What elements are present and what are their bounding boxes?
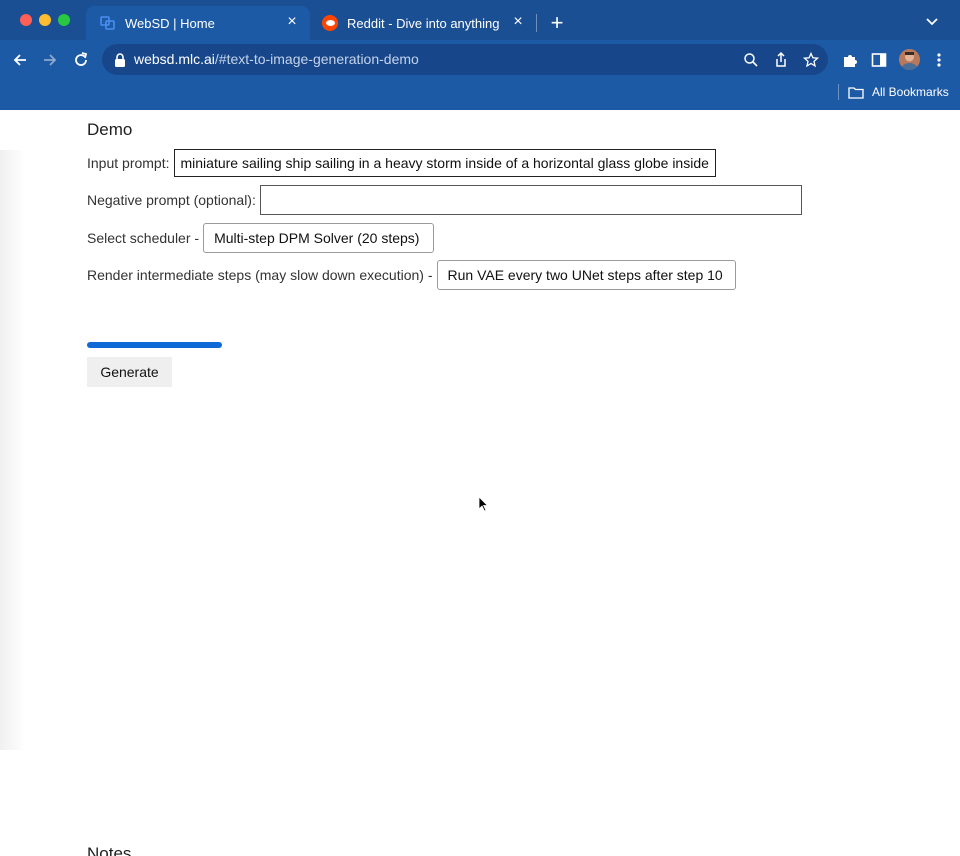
puzzle-icon <box>844 55 857 67</box>
scheduler-selected-value: Multi-step DPM Solver (20 steps) <box>214 230 420 246</box>
tab-strip: WebSD | Home × Reddit - Dive into anythi… <box>0 0 960 40</box>
tab-title: WebSD | Home <box>125 15 215 31</box>
zoom-icon[interactable] <box>742 51 760 69</box>
side-panel-icon <box>871 53 887 67</box>
back-button[interactable] <box>8 48 32 72</box>
browser-chrome: WebSD | Home × Reddit - Dive into anythi… <box>0 0 960 110</box>
negative-prompt-field[interactable] <box>259 185 802 215</box>
kebab-menu-icon <box>937 53 941 67</box>
scheduler-row: Select scheduler - Multi-step DPM Solver… <box>87 223 435 253</box>
mouse-cursor-icon <box>478 496 488 512</box>
tab-search-chevron-icon[interactable] <box>922 14 942 30</box>
input-prompt-row: Input prompt: <box>87 149 716 177</box>
url-path: /#text-to-image-generation-demo <box>214 51 419 67</box>
page-shadow <box>0 150 26 750</box>
demo-heading: Demo <box>87 120 133 139</box>
profile-avatar[interactable] <box>899 49 920 70</box>
reddit-icon <box>322 15 338 31</box>
render-steps-select[interactable]: Run VAE every two UNet steps after step … <box>436 260 736 290</box>
tab-websd[interactable]: WebSD | Home × <box>86 6 310 40</box>
websd-icon <box>100 16 115 30</box>
back-arrow-icon <box>13 54 26 66</box>
progress-fill <box>87 342 222 348</box>
tab-title: Reddit - Dive into anything <box>347 15 500 31</box>
folder-icon <box>848 86 864 99</box>
url-text[interactable]: websd.mlc.ai/#text-to-image-generation-d… <box>134 51 419 67</box>
reload-button[interactable] <box>69 48 93 72</box>
page-content: Demo Input prompt: Negative prompt (opti… <box>0 110 960 856</box>
negative-prompt-label: Negative prompt (optional): <box>87 192 256 208</box>
input-prompt-label: Input prompt: <box>87 155 170 171</box>
all-bookmarks-button[interactable]: All Bookmarks <box>848 83 949 101</box>
side-panel-button[interactable] <box>867 48 891 72</box>
forward-button[interactable] <box>38 48 62 72</box>
tab-separator <box>536 14 537 32</box>
generate-button[interactable]: Generate <box>87 357 172 387</box>
close-tab-icon[interactable]: × <box>284 14 300 30</box>
notes-heading: Notes <box>87 844 132 856</box>
new-tab-button[interactable]: + <box>546 12 568 34</box>
render-steps-row: Render intermediate steps (may slow down… <box>87 260 736 290</box>
forward-arrow-icon <box>44 54 57 66</box>
lock-icon[interactable] <box>114 53 126 67</box>
maximize-window-button[interactable] <box>58 14 70 26</box>
address-bar[interactable]: websd.mlc.ai/#text-to-image-generation-d… <box>102 44 828 75</box>
render-steps-selected-value: Run VAE every two UNet steps after step … <box>447 267 723 283</box>
url-domain: websd.mlc.ai <box>134 51 215 67</box>
bookmarks-separator <box>838 84 839 100</box>
scheduler-select[interactable]: Multi-step DPM Solver (20 steps) <box>203 223 435 253</box>
progress-bar <box>87 342 222 348</box>
negative-prompt-row: Negative prompt (optional): <box>87 185 802 215</box>
share-icon[interactable] <box>772 51 790 69</box>
tab-reddit[interactable]: Reddit - Dive into anything × <box>310 6 536 40</box>
close-tab-icon[interactable]: × <box>510 14 526 30</box>
minimize-window-button[interactable] <box>39 14 51 26</box>
avatar-icon <box>901 52 918 70</box>
scheduler-label: Select scheduler - <box>87 230 200 246</box>
bookmark-star-icon[interactable] <box>802 51 820 69</box>
all-bookmarks-label: All Bookmarks <box>872 85 949 99</box>
extensions-button[interactable] <box>838 48 862 72</box>
chrome-menu-button[interactable] <box>927 48 951 72</box>
close-window-button[interactable] <box>20 14 32 26</box>
render-steps-label: Render intermediate steps (may slow down… <box>87 267 433 283</box>
input-prompt-field[interactable] <box>173 149 716 177</box>
reload-icon <box>75 52 88 66</box>
